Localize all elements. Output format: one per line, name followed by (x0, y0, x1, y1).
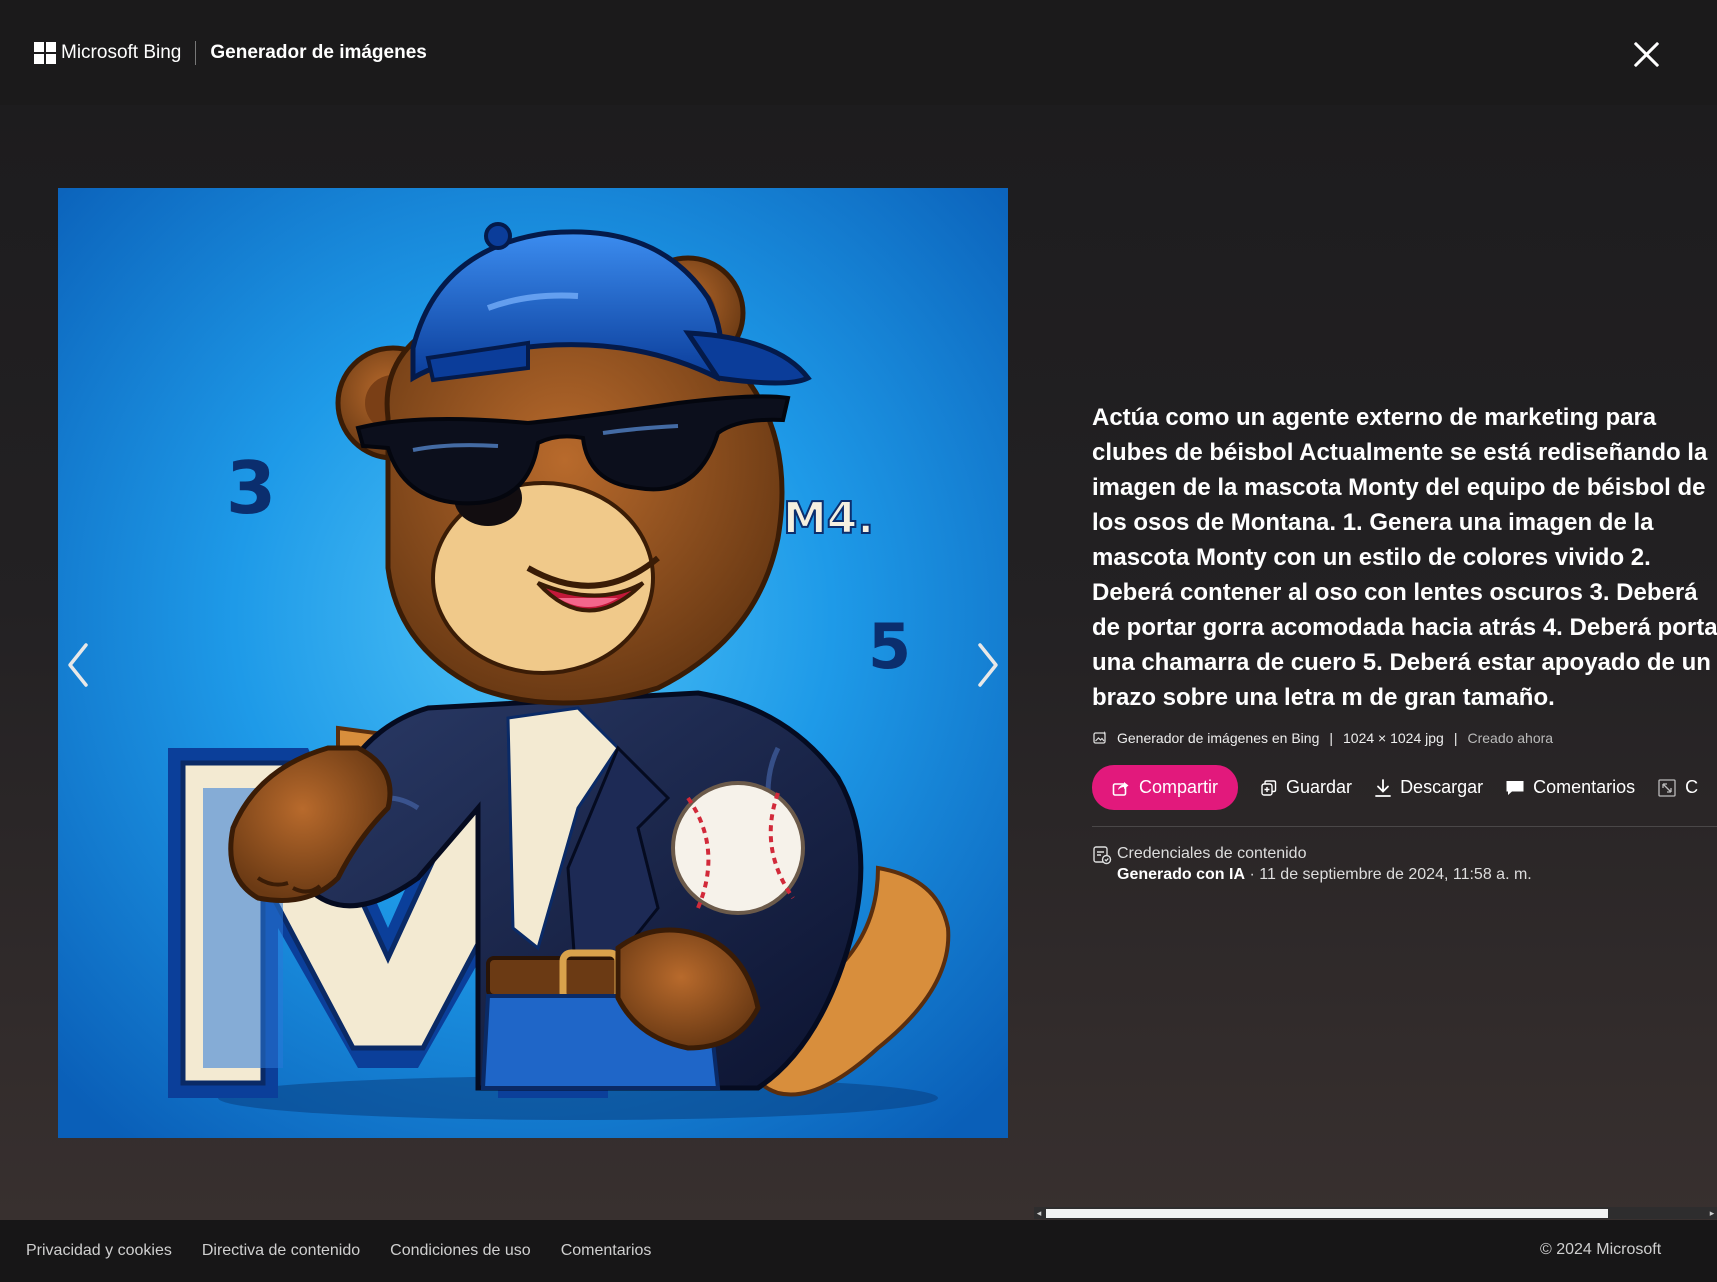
meta-created: Creado ahora (1467, 730, 1554, 746)
share-label: Compartir (1139, 777, 1219, 797)
download-label: Descargar (1400, 777, 1484, 797)
more-actions-button[interactable]: C (1657, 777, 1698, 798)
image-number-5: 5 (868, 610, 911, 683)
more-actions-label: C (1685, 777, 1699, 797)
save-label: Guardar (1286, 777, 1353, 797)
comment-icon (1506, 780, 1524, 795)
footer: Privacidad y cookies Directiva de conten… (0, 1220, 1717, 1282)
share-icon (1112, 781, 1129, 796)
image-prompt: Actúa como un agente externo de marketin… (1092, 404, 1717, 711)
generated-with-ai: Generado con IA (1117, 866, 1246, 883)
microsoft-logo-icon (34, 41, 56, 64)
horizontal-scrollbar[interactable]: ◂ ▸ (1034, 1207, 1717, 1219)
footer-link-terms[interactable]: Condiciones de uso (390, 1242, 531, 1260)
scrollbar-thumb[interactable] (1046, 1209, 1608, 1218)
header-divider (195, 40, 197, 65)
image-details-panel: Actúa como un agente externo de marketin… (1092, 400, 1717, 885)
comments-label: Comentarios (1533, 777, 1636, 797)
product-title[interactable]: Generador de imágenes (210, 42, 426, 64)
bear-mascot-illustration: 3 M4. 5 (58, 188, 1008, 1138)
content-credentials-icon (1093, 846, 1112, 865)
chevron-left-icon (68, 643, 88, 687)
footer-link-privacy[interactable]: Privacidad y cookies (26, 1242, 172, 1260)
share-button[interactable]: Compartir (1092, 765, 1239, 810)
meta-separator: | (1453, 730, 1458, 746)
header-bar: Microsoft Bing Generador de imágenes (0, 0, 1717, 105)
brand-name: Microsoft Bing (61, 41, 182, 63)
scroll-left-arrow-icon[interactable]: ◂ (1034, 1208, 1044, 1218)
close-button[interactable] (1628, 36, 1664, 72)
comments-button[interactable]: Comentarios (1505, 777, 1635, 798)
image-viewer: 3 M4. 5 Actúa como un agente externo de … (0, 105, 1717, 1220)
content-credentials[interactable]: Credenciales de contenido Generado con I… (1092, 843, 1717, 885)
meta-separator: | (1329, 730, 1333, 746)
footer-link-content-policy[interactable]: Directiva de contenido (202, 1242, 360, 1260)
save-button[interactable]: Guardar (1260, 777, 1352, 798)
meta-size: 1024 × 1024 jpg (1343, 730, 1444, 746)
footer-link-feedback[interactable]: Comentarios (561, 1242, 652, 1260)
scroll-right-arrow-icon[interactable]: ▸ (1707, 1208, 1717, 1218)
generated-image[interactable]: 3 M4. 5 (58, 188, 1008, 1138)
image-generator-icon (1093, 731, 1107, 744)
previous-image-button[interactable] (58, 635, 98, 695)
download-button[interactable]: Descargar (1374, 777, 1483, 798)
chevron-right-icon (978, 643, 998, 687)
credentials-date: · 11 de septiembre de 2024, 11:58 a. m. (1245, 866, 1532, 883)
action-bar: Compartir Guardar Descargar Comentarios … (1092, 765, 1717, 810)
download-icon (1375, 778, 1391, 797)
credentials-detail: Generado con IA · 11 de septiembre de 20… (1117, 864, 1532, 885)
meta-source: Generador de imágenes en Bing (1117, 730, 1320, 746)
image-metadata: Generador de imágenes en Bing | 1024 × 1… (1092, 730, 1717, 746)
next-image-button[interactable] (968, 635, 1008, 695)
section-divider (1092, 826, 1717, 827)
bing-logo[interactable]: Microsoft Bing (34, 41, 182, 64)
credentials-title: Credenciales de contenido (1117, 845, 1307, 862)
copyright: © 2024 Microsoft (1540, 1241, 1662, 1258)
save-collection-icon (1261, 779, 1277, 796)
image-text-m4: M4. (783, 493, 874, 544)
image-number-3: 3 (226, 446, 276, 530)
expand-icon (1658, 778, 1676, 797)
